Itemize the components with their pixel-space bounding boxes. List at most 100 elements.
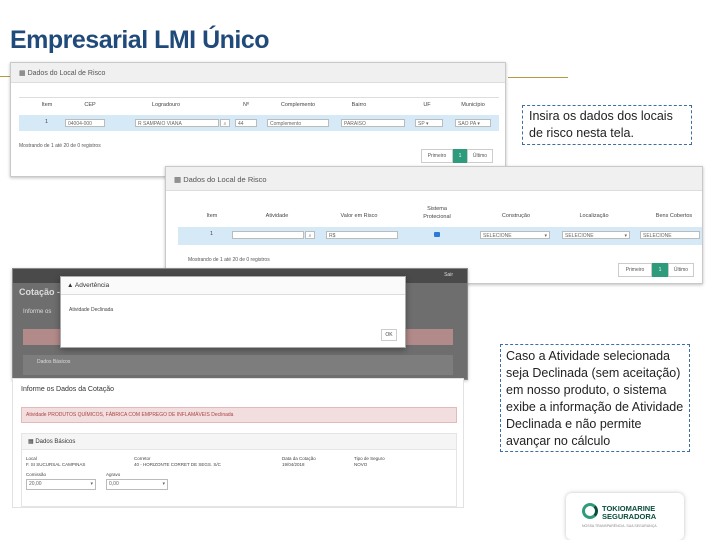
- bens-select[interactable]: SELECIONE: [640, 231, 700, 239]
- cell-item: 1: [45, 119, 49, 125]
- chevron-down-icon: ▾: [162, 481, 165, 487]
- col-header-numero: Nº: [243, 102, 249, 108]
- exit-link[interactable]: Sair: [444, 272, 453, 278]
- bairro-input[interactable]: PARAISO: [341, 119, 405, 127]
- table-icon: ▦: [19, 70, 26, 77]
- uf-select[interactable]: SP ▾: [415, 119, 443, 127]
- bens-value: SELECIONE: [643, 233, 672, 239]
- table-icon: ▦: [174, 175, 182, 184]
- field-label: Agravo: [106, 472, 121, 477]
- col-header-complemento: Complemento: [280, 102, 316, 108]
- warning-icon: ▲: [67, 282, 74, 289]
- field-label: Tipo de Seguro: [354, 456, 385, 461]
- chevron-down-icon: ▾: [477, 121, 480, 127]
- panel-title: Dados do Local de Risco: [183, 175, 267, 184]
- title-divider-right: [508, 77, 568, 78]
- field-label: Comissão: [26, 472, 47, 477]
- construcao-value: SELECIONE: [483, 233, 512, 239]
- chevron-down-icon: ▾: [544, 233, 547, 239]
- declined-alert: Atividade PRODUTOS QUÍMICOS, FÁBRICA COM…: [21, 407, 457, 423]
- cell-item: 1: [210, 231, 214, 237]
- cep-input[interactable]: 04004-000: [65, 119, 105, 127]
- col-header-localizacao: Localização: [579, 213, 609, 219]
- screenshot-activity-grid: ▦ Dados do Local de Risco Item Atividade…: [165, 166, 703, 284]
- basic-data-section: ▦ Dados Básicos Local F. SI SUCURSAL CAM…: [21, 433, 457, 507]
- municipio-select[interactable]: SAO PA ▾: [455, 119, 491, 127]
- logo-line2: SEGURADORA: [602, 512, 657, 521]
- numero-input[interactable]: 44: [235, 119, 257, 127]
- pager-first-button[interactable]: Primeiro: [421, 149, 453, 163]
- logo-mark-icon: [582, 503, 598, 519]
- slide-title: Empresarial LMI Único: [10, 26, 270, 54]
- declined-alert-text: Atividade PRODUTOS QUÍMICOS, FÁBRICA COM…: [26, 412, 234, 418]
- chevron-down-icon: ▾: [425, 121, 429, 127]
- col-header-valor: Valor em Risco: [340, 213, 378, 219]
- pager-page-button[interactable]: 1: [453, 149, 467, 163]
- tokiomarine-logo: TOKIOMARINE SEGURADORA NOSSA TRANSPARÊNC…: [566, 493, 684, 540]
- logo-tagline: NOSSA TRANSPARÊNCIA. SUA SEGURANÇA: [582, 524, 657, 528]
- search-activity-button[interactable]: ⌕: [305, 231, 315, 239]
- page-title: Cotação -: [19, 287, 61, 297]
- field-value: NOVO: [354, 462, 368, 467]
- warning-dialog: ▲ Advertência Atividade Declinada OK: [60, 276, 406, 348]
- title-divider-left: [0, 76, 10, 77]
- municipio-value: SAO PA: [458, 121, 476, 127]
- screenshot-cotacao-form: Informe os Dados da Cotação Atividade PR…: [12, 378, 464, 508]
- panel-header: ▦ Dados do Local de Risco: [11, 63, 505, 83]
- localizacao-value: SELECIONE: [565, 233, 594, 239]
- construcao-select[interactable]: SELECIONE ▾: [480, 231, 550, 239]
- col-header-item: Item: [206, 213, 218, 219]
- chevron-down-icon: ▾: [624, 233, 627, 239]
- col-header-uf: UF: [423, 102, 431, 108]
- section-title: Dados Básicos: [35, 439, 76, 445]
- screenshot-address-grid: ▦ Dados do Local de Risco Item CEP Logra…: [10, 62, 506, 177]
- col-header-bens: Bens Cobertos: [655, 213, 693, 219]
- search-address-button[interactable]: ⌕: [220, 119, 230, 127]
- panel-title: Dados do Local de Risco: [27, 70, 106, 77]
- agravo-select[interactable]: 0,00 ▾: [106, 479, 168, 490]
- col-header-cep: CEP: [84, 102, 96, 108]
- localizacao-select[interactable]: SELECIONE ▾: [562, 231, 630, 239]
- pager-page-button[interactable]: 1: [652, 263, 668, 277]
- basic-section-label: Dados Básicos: [37, 359, 71, 365]
- field-label: Corretor: [134, 456, 151, 461]
- comissao-select[interactable]: 20,00 ▾: [26, 479, 96, 490]
- section-header: ▦ Dados Básicos: [22, 434, 456, 450]
- callout-note-locais: Insira os dados dos locais de risco nest…: [522, 105, 692, 145]
- table-icon: ▦: [28, 439, 34, 445]
- complemento-input[interactable]: Complemento: [267, 119, 329, 127]
- pager-first-button[interactable]: Primeiro: [618, 263, 652, 277]
- field-value: 40 - HORIZONTE CORRET DE SEGS. S/C: [134, 462, 221, 467]
- header-divider: [19, 97, 499, 98]
- form-heading: Informe os Dados da Cotação: [21, 386, 114, 393]
- atividade-input[interactable]: [232, 231, 304, 239]
- field-label: Local: [26, 456, 37, 461]
- col-header-item: Item: [41, 102, 53, 108]
- logradouro-input[interactable]: R SAMPAIO VIANA: [135, 119, 219, 127]
- uf-value: SP: [418, 121, 425, 127]
- col-header-municipio: Município: [461, 102, 485, 108]
- comissao-value: 20,00: [29, 481, 42, 487]
- chevron-down-icon: ▾: [90, 481, 93, 487]
- col-header-sistema: Sistema Protecional: [423, 206, 451, 220]
- search-icon: ⌕: [223, 121, 227, 127]
- col-header-bairro: Bairro: [351, 102, 367, 108]
- field-value: F. SI SUCURSAL CAMPINAS: [26, 462, 86, 467]
- col-header-atividade: Atividade: [265, 213, 289, 219]
- records-status: Mostrando de 1 até 20 de 0 registros: [188, 257, 270, 263]
- dialog-ok-button[interactable]: OK: [381, 329, 397, 341]
- info-icon[interactable]: [434, 232, 440, 237]
- col-header-construcao: Construção: [501, 213, 531, 219]
- pager-last-button[interactable]: Último: [467, 149, 493, 163]
- panel-header: ▦ Dados do Local de Risco: [166, 167, 702, 191]
- dialog-message: Atividade Declinada: [69, 307, 114, 313]
- callout-note-declinada: Caso a Atividade selecionada seja Declin…: [500, 344, 690, 452]
- records-status: Mostrando de 1 até 20 de 0 registros: [19, 143, 101, 149]
- search-icon: ⌕: [308, 233, 312, 239]
- valor-risco-input[interactable]: R$: [326, 231, 398, 239]
- pager-last-button[interactable]: Último: [668, 263, 694, 277]
- col-header-logradouro: Logradouro: [151, 102, 181, 108]
- basic-section-dim: [23, 355, 453, 375]
- field-label: Data da Cotação: [282, 456, 316, 461]
- field-value: 19/04/2018: [282, 462, 305, 467]
